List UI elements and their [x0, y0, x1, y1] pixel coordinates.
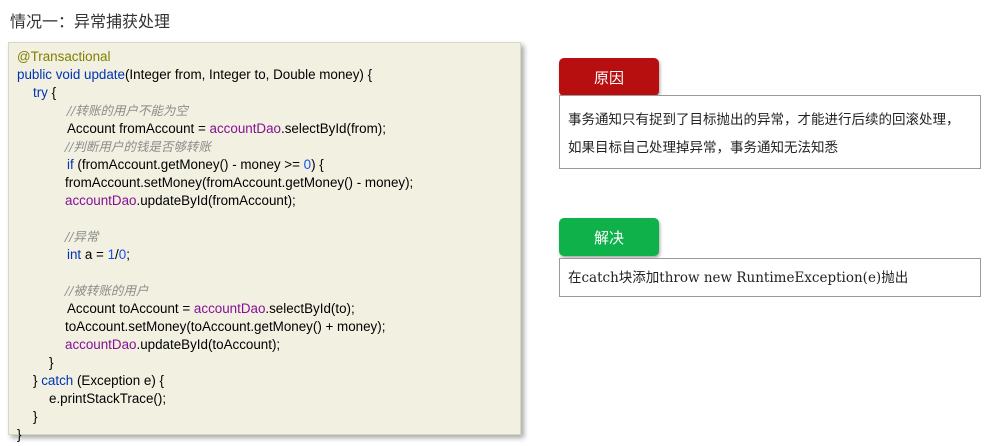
code-token: 0: [303, 157, 312, 172]
code-token: @Transactional: [17, 49, 111, 64]
code-line: }: [33, 408, 37, 426]
code-token: a =: [81, 247, 108, 262]
code-token: (Exception e) {: [73, 373, 165, 388]
solution-badge: 解决: [559, 218, 659, 256]
code-token: .selectById(to);: [265, 301, 355, 316]
code-line: accountDao.updateById(toAccount);: [65, 336, 280, 354]
code-token: (Integer from, Integer to, Double money)…: [124, 67, 373, 82]
code-token: update: [84, 67, 125, 82]
code-token: accountDao: [65, 337, 137, 352]
code-line: }: [49, 354, 53, 372]
reason-badge: 原因: [559, 58, 659, 96]
code-line: int a = 1/0;: [67, 246, 130, 264]
code-line: }: [17, 426, 21, 444]
code-token: catch: [41, 373, 74, 388]
code-token: (fromAccount.getMoney() - money >=: [73, 157, 304, 172]
code-comment-line: //被转账的用户: [65, 282, 148, 300]
code-token: //转账的用户不能为空: [67, 103, 188, 118]
code-line: try {: [33, 84, 56, 102]
code-line: if (fromAccount.getMoney() - money >= 0)…: [67, 156, 324, 174]
code-line: toAccount.setMoney(toAccount.getMoney() …: [65, 318, 385, 336]
code-line: fromAccount.setMoney(fromAccount.getMone…: [65, 174, 413, 192]
code-token: accountDao: [193, 301, 266, 316]
code-token: .selectById(from);: [281, 121, 386, 136]
reason-text-box: 事务通知只有捉到了目标抛出的异常，才能进行后续的回滚处理，如果目标自己处理掉异常…: [559, 95, 981, 169]
code-token: e.printStackTrace();: [49, 391, 167, 406]
code-token: {: [47, 85, 57, 100]
code-token: accountDao: [65, 193, 137, 208]
code-line: } catch (Exception e) {: [33, 372, 164, 390]
code-line: Account toAccount = accountDao.selectByI…: [67, 300, 355, 318]
code-snippet-panel: @Transactional public void update(Integer…: [8, 42, 521, 442]
code-token: }: [33, 409, 38, 424]
code-comment-line: //判断用户的钱是否够转账: [65, 138, 211, 156]
section-heading: 情况一：异常捕获处理: [10, 12, 171, 31]
code-comment-line: //转账的用户不能为空: [67, 102, 188, 120]
code-token: int: [67, 247, 82, 262]
code-line: accountDao.updateById(fromAccount);: [65, 192, 296, 210]
code-token: toAccount.setMoney(toAccount.getMoney() …: [65, 319, 386, 334]
code-token: }: [49, 355, 54, 370]
code-token: fromAccount.setMoney(fromAccount.getMone…: [65, 175, 414, 190]
solution-text-box: 在catch块添加throw new RuntimeException(e)抛出: [559, 258, 981, 297]
code-line: public void update(Integer from, Integer…: [17, 66, 372, 84]
code-line: e.printStackTrace();: [49, 390, 166, 408]
code-line: @Transactional: [17, 48, 110, 66]
code-token: 1: [107, 247, 116, 262]
code-line: Account fromAccount = accountDao.selectB…: [67, 120, 386, 138]
code-token: //判断用户的钱是否够转账: [65, 139, 211, 154]
code-comment-line: //异常: [65, 228, 98, 246]
code-token: .updateById(fromAccount);: [136, 193, 296, 208]
code-token: ;: [126, 247, 130, 262]
code-token: Account fromAccount =: [67, 121, 210, 136]
code-token: Account toAccount =: [67, 301, 194, 316]
code-token: }: [17, 427, 22, 442]
code-token: }: [33, 373, 42, 388]
code-token: if: [67, 157, 74, 172]
code-token: //异常: [65, 229, 99, 244]
code-token: ) {: [311, 157, 324, 172]
code-token: .updateById(toAccount);: [136, 337, 281, 352]
code-token: //被转账的用户: [65, 283, 149, 298]
code-token: public void: [17, 67, 84, 82]
code-token: accountDao: [209, 121, 281, 136]
code-token: try: [33, 85, 48, 100]
